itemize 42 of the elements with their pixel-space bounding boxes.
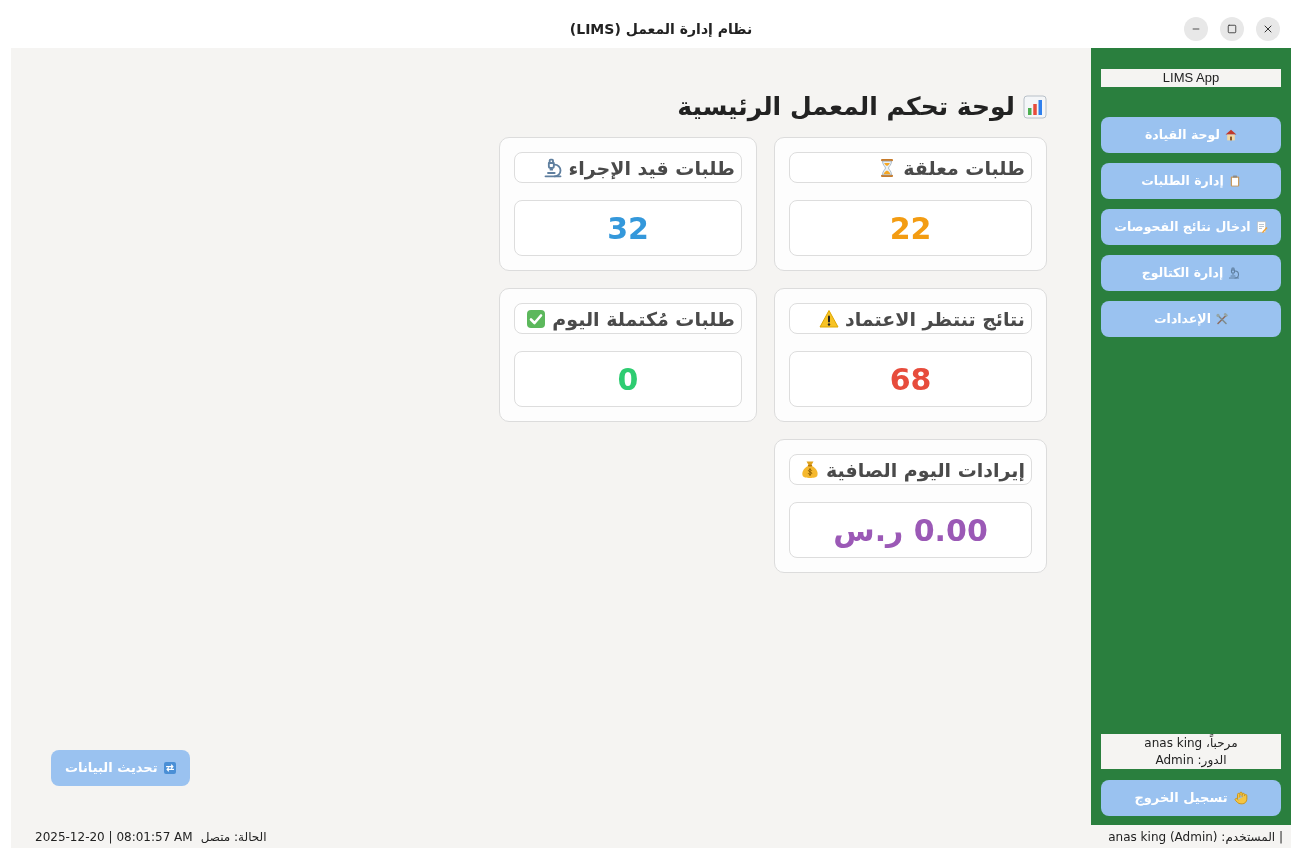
bar-chart-icon [1023, 95, 1047, 119]
maximize-icon [1227, 24, 1237, 34]
minimize-button[interactable] [1184, 17, 1208, 41]
app-name: LIMS App [1101, 69, 1281, 87]
nav-button[interactable]: ادخال نتائج الفحوصات [1101, 209, 1281, 245]
memo-icon [1255, 221, 1268, 233]
tools-icon [1215, 313, 1228, 325]
card-title: طلبات معلقة [903, 155, 1025, 180]
stat-value: 68 [789, 351, 1032, 407]
house-icon [1225, 129, 1238, 141]
close-button[interactable] [1256, 17, 1280, 41]
datetime-text: 2025-12-20 | 08:01:57 AM [35, 828, 193, 846]
nav-button[interactable]: الإعدادات [1101, 301, 1281, 337]
page-heading: لوحة تحكم المعمل الرئيسية [677, 91, 1015, 123]
check-icon [526, 308, 547, 329]
nav-button[interactable]: لوحة القيادة [1101, 117, 1281, 153]
role-text: الدور: Admin [1155, 751, 1227, 769]
greeting-text: مرحباً، anas king [1144, 734, 1238, 752]
logout-button[interactable]: تسجيل الخروج [1101, 780, 1281, 816]
nav-button[interactable]: إدارة الكتالوج [1101, 255, 1281, 291]
money-bag-icon [799, 459, 820, 480]
warning-icon [818, 308, 839, 329]
microscope-icon [1228, 267, 1241, 279]
card-title: طلبات مُكتملة اليوم [552, 306, 735, 331]
clipboard-icon [1228, 175, 1241, 187]
nav-button[interactable]: إدارة الطلبات [1101, 163, 1281, 199]
stat-value: 32 [514, 200, 742, 256]
card-title: نتائج تنتظر الاعتماد [844, 306, 1025, 331]
connection-status: الحالة: متصل [200, 828, 267, 846]
current-user-text: | المستخدم: anas king (Admin) [1108, 828, 1283, 846]
window-title: نظام إدارة المعمل (LIMS) [568, 19, 753, 39]
close-icon [1262, 23, 1274, 35]
refresh-button[interactable]: تحديث البيانات [51, 750, 190, 786]
microscope-icon [542, 157, 563, 178]
card-title: طلبات قيد الإجراء [568, 155, 735, 180]
stat-value: 22 [789, 200, 1032, 256]
stat-value: 0 [514, 351, 742, 407]
stat-value: 0.00 ر.س [789, 502, 1032, 558]
refresh-icon [163, 762, 176, 774]
maximize-button[interactable] [1220, 17, 1244, 41]
card-title: إيرادات اليوم الصافية [825, 457, 1025, 482]
hand-icon [1233, 791, 1248, 805]
